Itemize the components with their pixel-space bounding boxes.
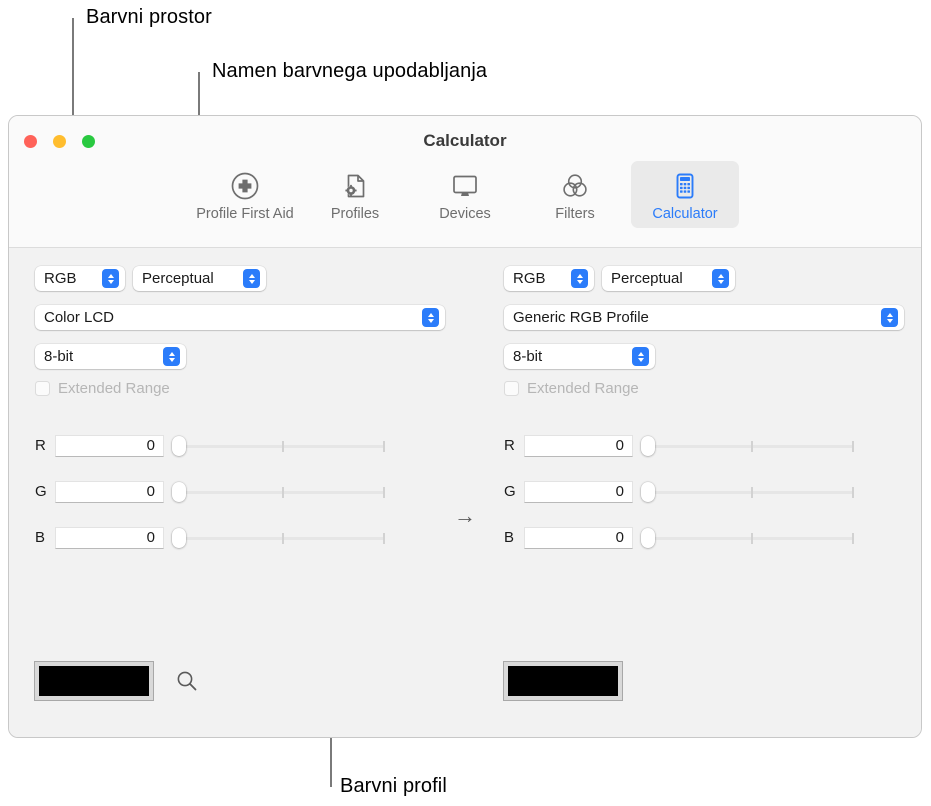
destination-profile-popup[interactable]: Generic RGB Profile — [504, 305, 904, 330]
document-gear-icon — [340, 169, 370, 203]
source-channel-field-r[interactable]: 0 — [55, 434, 164, 457]
window-title: Calculator — [423, 131, 507, 150]
source-profile-popup[interactable]: Color LCD — [35, 305, 445, 330]
slider-thumb[interactable] — [172, 527, 186, 548]
toolbar: Profile First Aid Profiles Devices Filte… — [9, 161, 921, 228]
source-top-popups: RGB Perceptual — [35, 266, 266, 291]
destination-extended-range-checkbox[interactable] — [504, 381, 519, 396]
first-aid-icon — [230, 169, 260, 203]
source-channel-row-b: B 0 — [35, 523, 385, 552]
destination-rendering-intent-value: Perceptual — [611, 270, 683, 287]
annotation-color-space-label: Barvni prostor — [86, 6, 212, 28]
destination-rendering-intent-popup[interactable]: Perceptual — [602, 266, 735, 291]
destination-channel-slider-g[interactable] — [641, 481, 854, 503]
slider-thumb[interactable] — [172, 481, 186, 502]
destination-bit-depth-value: 8-bit — [513, 348, 543, 365]
source-profile-value: Color LCD — [44, 309, 115, 326]
destination-channel-label-g: G — [504, 483, 516, 500]
toolbar-item-calculator[interactable]: Calculator — [631, 161, 739, 228]
toolbar-item-profiles[interactable]: Profiles — [301, 161, 409, 228]
calculator-content: RGB Perceptual Color LCD 8-bit Extended … — [9, 248, 921, 737]
toolbar-label: Profile First Aid — [196, 206, 294, 222]
source-bit-depth-popup[interactable]: 8-bit — [35, 344, 186, 369]
source-channel-label-g: G — [35, 483, 47, 500]
toolbar-label: Devices — [439, 206, 491, 222]
toolbar-label: Filters — [555, 206, 595, 222]
chevron-updown-icon — [571, 269, 588, 288]
source-color-space-popup[interactable]: RGB — [35, 266, 125, 291]
destination-bit-depth-popup[interactable]: 8-bit — [504, 344, 655, 369]
source-extended-range-checkbox[interactable] — [35, 381, 50, 396]
source-channel-field-b[interactable]: 0 — [55, 526, 164, 549]
source-channel-label-b: B — [35, 529, 46, 546]
destination-channel-row-r: R 0 — [504, 431, 854, 460]
destination-channel-label-r: R — [504, 437, 515, 454]
destination-profile-value: Generic RGB Profile — [513, 309, 649, 326]
slider-thumb[interactable] — [641, 481, 655, 502]
chevron-updown-icon — [102, 269, 119, 288]
toolbar-item-devices[interactable]: Devices — [411, 161, 519, 228]
chevron-updown-icon — [422, 308, 439, 327]
source-color-space-value: RGB — [44, 270, 77, 287]
source-channel-row-g: G 0 — [35, 477, 385, 506]
source-rendering-intent-popup[interactable]: Perceptual — [133, 266, 266, 291]
destination-color-swatch[interactable] — [503, 661, 623, 701]
destination-channel-slider-r[interactable] — [641, 435, 854, 457]
slider-thumb[interactable] — [172, 435, 186, 456]
destination-top-popups: RGB Perceptual — [504, 266, 735, 291]
toolbar-label: Calculator — [652, 206, 718, 222]
display-icon — [450, 169, 480, 203]
colorsync-calculator-window: Calculator Profile First Aid Profiles De… — [8, 115, 922, 738]
destination-channel-slider-b[interactable] — [641, 527, 854, 549]
source-channel-slider-g[interactable] — [172, 481, 385, 503]
destination-channel-field-g[interactable]: 0 — [524, 480, 633, 503]
destination-channel-field-b[interactable]: 0 — [524, 526, 633, 549]
slider-thumb[interactable] — [641, 527, 655, 548]
destination-channel-row-b: B 0 — [504, 523, 854, 552]
source-channel-slider-b[interactable] — [172, 527, 385, 549]
venn-circles-icon — [560, 169, 590, 203]
source-bit-depth-value: 8-bit — [44, 348, 74, 365]
source-profile-row: Color LCD — [35, 305, 445, 330]
chevron-updown-icon — [632, 347, 649, 366]
window-titlebar: Calculator Profile First Aid Profiles De… — [9, 116, 921, 248]
source-swatch-group — [34, 661, 199, 701]
source-channel-label-r: R — [35, 437, 46, 454]
chevron-updown-icon — [243, 269, 260, 288]
chevron-updown-icon — [163, 347, 180, 366]
chevron-updown-icon — [712, 269, 729, 288]
toolbar-item-profile-first-aid[interactable]: Profile First Aid — [191, 161, 299, 228]
destination-extended-range-label: Extended Range — [527, 380, 639, 397]
destination-channel-field-r[interactable]: 0 — [524, 434, 633, 457]
destination-profile-row: Generic RGB Profile — [504, 305, 904, 330]
source-rendering-intent-value: Perceptual — [142, 270, 214, 287]
source-bit-depth-row: 8-bit — [35, 344, 186, 369]
destination-color-space-popup[interactable]: RGB — [504, 266, 594, 291]
conversion-arrow-icon: → — [454, 503, 476, 528]
destination-extended-range-row[interactable]: Extended Range — [504, 380, 639, 397]
destination-color-space-value: RGB — [513, 270, 546, 287]
source-extended-range-row[interactable]: Extended Range — [35, 380, 170, 397]
annotation-color-profile-label: Barvni profil — [340, 775, 447, 797]
magnifier-icon[interactable] — [175, 669, 199, 693]
destination-bit-depth-row: 8-bit — [504, 344, 655, 369]
destination-channel-row-g: G 0 — [504, 477, 854, 506]
destination-channel-label-b: B — [504, 529, 515, 546]
toolbar-label: Profiles — [330, 206, 380, 222]
toolbar-item-filters[interactable]: Filters — [521, 161, 629, 228]
source-channel-field-g[interactable]: 0 — [55, 480, 164, 503]
source-color-swatch[interactable] — [34, 661, 154, 701]
source-channel-sliders: R 0 G 0 B 0 — [35, 431, 385, 569]
destination-swatch-group — [503, 661, 623, 701]
chevron-updown-icon — [881, 308, 898, 327]
source-channel-slider-r[interactable] — [172, 435, 385, 457]
source-extended-range-label: Extended Range — [58, 380, 170, 397]
annotation-rendering-intent-label: Namen barvnega upodabljanja — [212, 60, 488, 82]
source-channel-row-r: R 0 — [35, 431, 385, 460]
calculator-icon — [670, 169, 700, 203]
destination-channel-sliders: R 0 G 0 B 0 — [504, 431, 854, 569]
slider-thumb[interactable] — [641, 435, 655, 456]
